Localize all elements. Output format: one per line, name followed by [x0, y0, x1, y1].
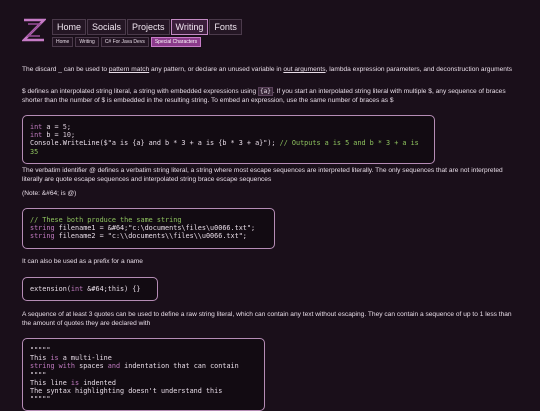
code-line: """"": [30, 395, 51, 404]
logo-icon[interactable]: [22, 18, 46, 42]
nav-writing[interactable]: Writing: [170, 19, 209, 35]
nav-fonts[interactable]: Fonts: [209, 19, 242, 35]
code-block-verbatim: // These both produce the same string st…: [22, 208, 275, 249]
code-line: // These both produce the same string: [30, 216, 182, 224]
code-line: The syntax highlighting doesn't understa…: [30, 387, 223, 396]
breadcrumb-home[interactable]: Home: [52, 37, 74, 47]
nav-projects[interactable]: Projects: [127, 19, 170, 35]
code-line: string filename1 = &#64;"c:\documents\fi…: [30, 224, 256, 233]
code-line: This line is indented: [30, 378, 116, 387]
breadcrumb-csharp[interactable]: C# For Java Devs: [100, 37, 149, 47]
nav-socials[interactable]: Socials: [87, 19, 127, 35]
code-line: """"": [30, 346, 51, 354]
code-line: This is a multi-line: [30, 354, 112, 363]
code-line: string filename2 = "c:\\documents\\files…: [30, 232, 247, 241]
code-line: extension(int &#64;this) {}: [30, 285, 141, 293]
discard-text-2: any pattern, or declare an unused variab…: [149, 66, 284, 73]
verbatim-paragraph: The verbatim identifier @ defines a verb…: [22, 167, 503, 183]
discard-paragraph: The discard _ can be used to pattern mat…: [22, 66, 518, 75]
main-nav: Home Socials Projects Writing Fonts: [52, 19, 243, 35]
code-block-extension: extension(int &#64;this) {}: [22, 277, 158, 302]
raw-string-paragraph: A sequence of at least 3 quotes can be u…: [22, 311, 512, 327]
discard-text-1: The discard _ can be used to: [22, 66, 109, 73]
prefix-paragraph: It can also be used as a prefix for a na…: [22, 258, 143, 265]
out-arguments-link[interactable]: out arguments: [283, 66, 325, 73]
interp-text-1: $ defines an interpolated string literal…: [22, 88, 259, 95]
code-block-raw-string: """"" This is a multi-line string with s…: [22, 338, 265, 411]
breadcrumb: Home Writing C# For Java Devs Special Ch…: [52, 37, 203, 47]
discard-text-3: , lambda expression parameters, and deco…: [325, 66, 513, 73]
breadcrumb-writing[interactable]: Writing: [75, 37, 99, 47]
inline-code: {a}: [258, 87, 273, 96]
code-line: int b = 10;: [30, 131, 76, 140]
nav-home[interactable]: Home: [52, 19, 87, 35]
code-line: string with spaces and indentation that …: [30, 362, 239, 379]
site-header: Home Socials Projects Writing Fonts Home…: [0, 0, 540, 55]
code-line: Console.WriteLine($"a is {a} and b * 3 +…: [30, 139, 419, 156]
code-line: int a = 5;: [30, 123, 71, 131]
interpolation-paragraph: $ defines an interpolated string literal…: [22, 87, 518, 105]
pattern-match-link[interactable]: pattern match: [109, 66, 149, 73]
code-block-interpolation: int a = 5; int b = 10; Console.WriteLine…: [22, 115, 435, 164]
breadcrumb-special-characters[interactable]: Special Characters: [150, 37, 202, 47]
note-paragraph: (Note: &#64; is @): [22, 190, 77, 197]
